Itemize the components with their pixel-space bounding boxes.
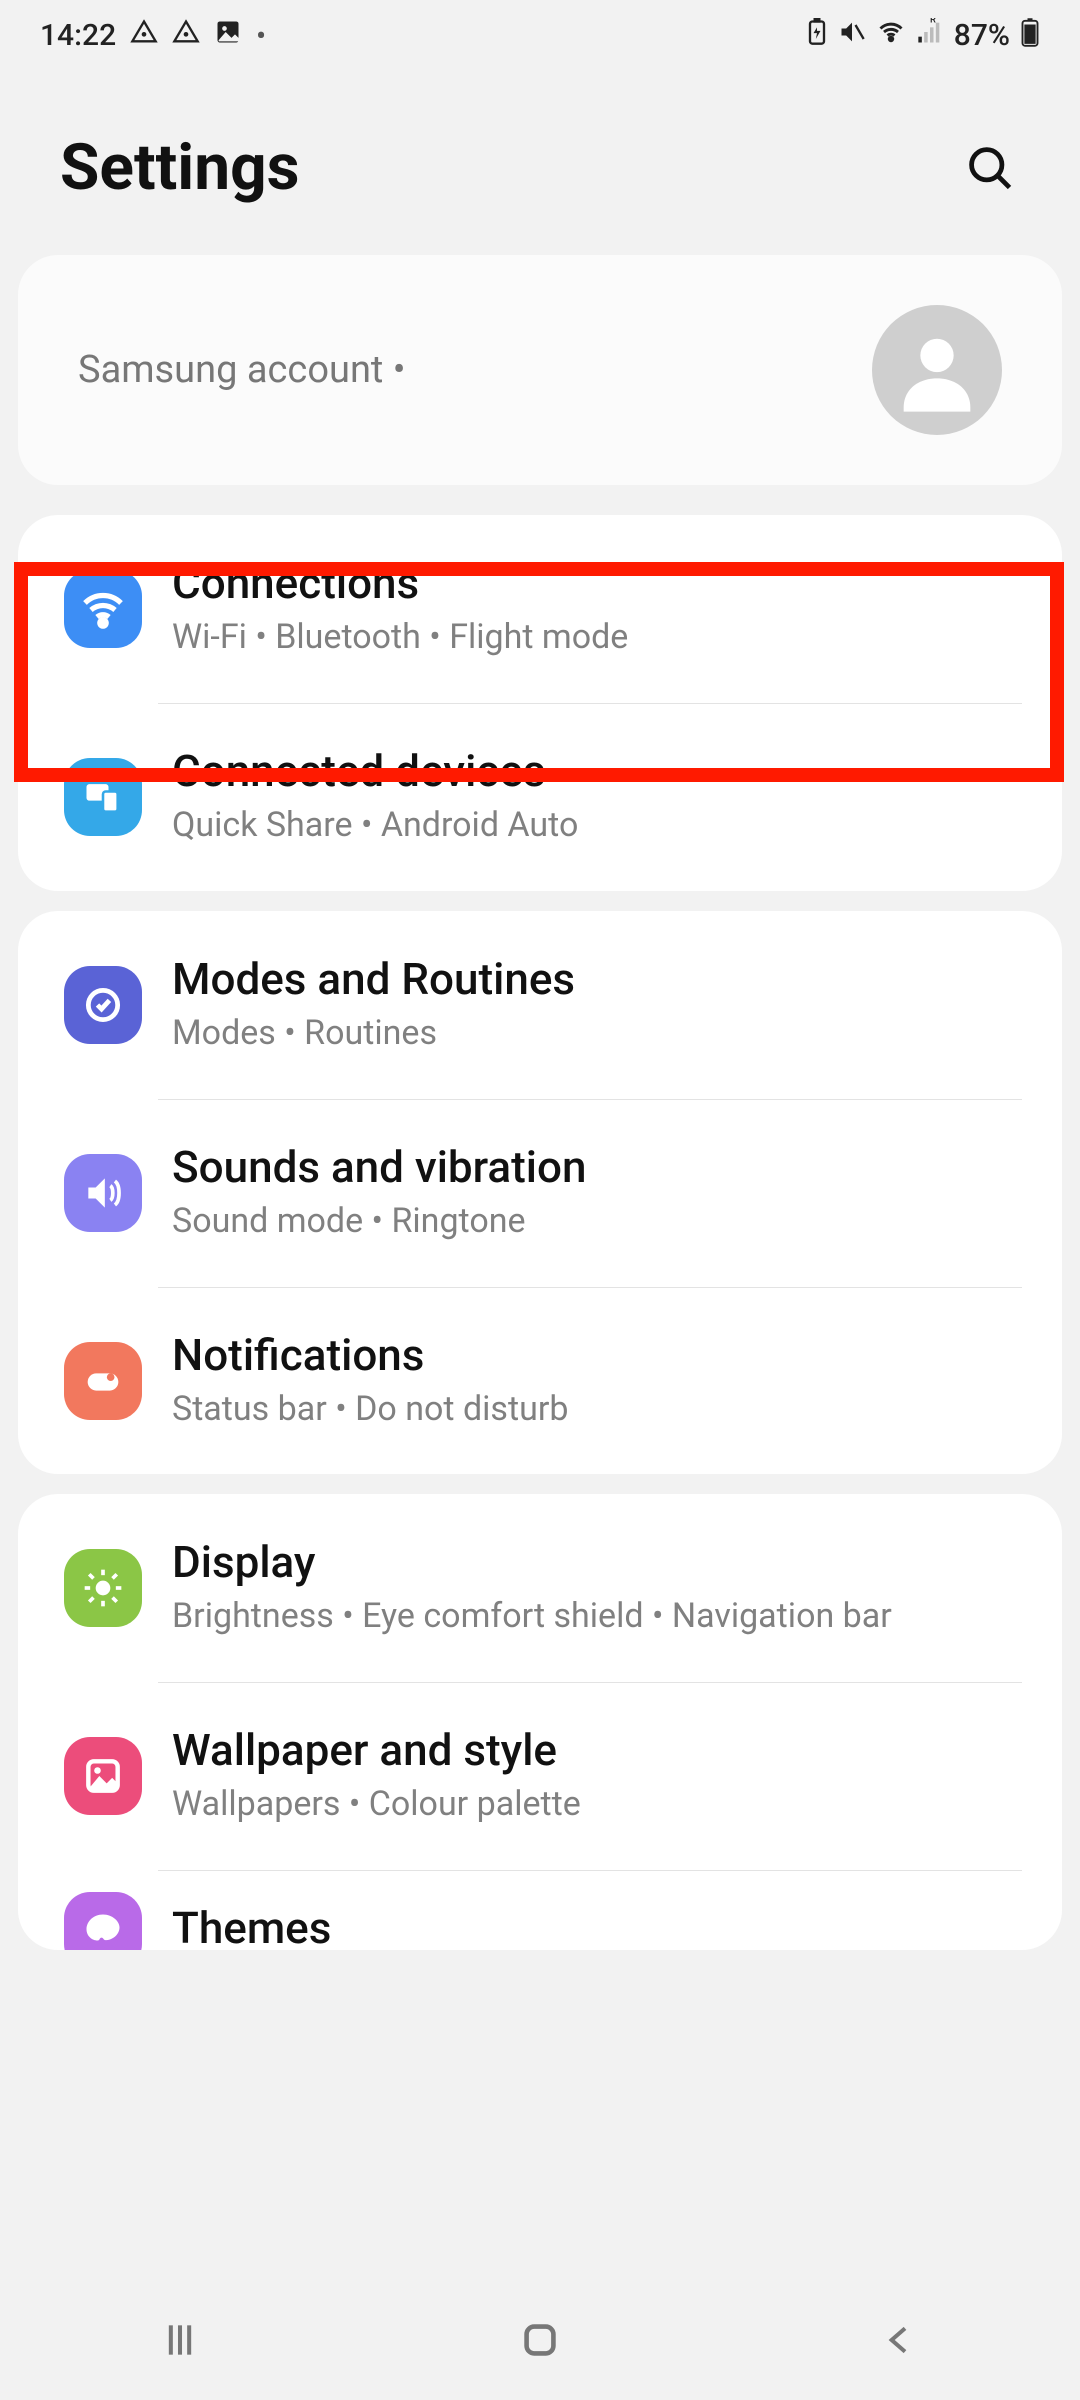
row-display[interactable]: Display Brightness • Eye comfort shield … [18, 1494, 1062, 1682]
page-title: Settings [60, 130, 300, 205]
row-connected-devices[interactable]: Connected devices Quick Share • Android … [18, 703, 1062, 891]
home-button[interactable] [500, 2315, 580, 2365]
wifi-icon [64, 570, 142, 648]
row-title: Themes [172, 1902, 1022, 1950]
row-title: Notifications [172, 1329, 1022, 1381]
warning-triangle-icon [172, 18, 200, 53]
recents-icon [158, 2318, 202, 2362]
display-icon [64, 1549, 142, 1627]
row-themes[interactable]: Themes [18, 1870, 1062, 1950]
samsung-account-label: Samsung account • [78, 348, 406, 392]
settings-group-2: Modes and Routines Modes • Routines Soun… [18, 911, 1062, 1475]
row-title: Display [172, 1536, 1022, 1588]
row-text: Sounds and vibration Sound mode • Ringto… [172, 1141, 1022, 1245]
row-sub: Modes • Routines [172, 1011, 1022, 1057]
row-sub: Sound mode • Ringtone [172, 1199, 1022, 1245]
battery-icon [1020, 17, 1040, 54]
gallery-icon [214, 18, 242, 53]
battery-percent: 87% [954, 18, 1010, 53]
row-notifications[interactable]: Notifications Status bar • Do not distur… [18, 1287, 1062, 1475]
navigation-bar [0, 2280, 1080, 2400]
row-modes-routines[interactable]: Modes and Routines Modes • Routines [18, 911, 1062, 1099]
modes-icon [64, 966, 142, 1044]
row-text: Notifications Status bar • Do not distur… [172, 1329, 1022, 1433]
svg-text:R: R [930, 18, 936, 26]
recents-button[interactable] [140, 2315, 220, 2365]
home-icon [517, 2317, 563, 2363]
row-connections[interactable]: Connections Wi-Fi • Bluetooth • Flight m… [18, 515, 1062, 703]
samsung-account-card[interactable]: Samsung account • [18, 255, 1062, 485]
wifi-icon [876, 18, 906, 53]
notifications-icon [64, 1342, 142, 1420]
row-text: Connected devices Quick Share • Android … [172, 745, 1022, 849]
row-title: Wallpaper and style [172, 1724, 1022, 1776]
back-button[interactable] [860, 2315, 940, 2365]
row-title: Sounds and vibration [172, 1141, 1022, 1193]
row-text: Themes [172, 1902, 1022, 1950]
search-icon [964, 142, 1016, 194]
search-button[interactable] [960, 138, 1020, 198]
row-sub: Quick Share • Android Auto [172, 803, 1022, 849]
row-sub: Status bar • Do not disturb [172, 1387, 1022, 1433]
warning-triangle-icon [130, 18, 158, 53]
row-text: Connections Wi-Fi • Bluetooth • Flight m… [172, 557, 1022, 661]
row-sounds-vibration[interactable]: Sounds and vibration Sound mode • Ringto… [18, 1099, 1062, 1287]
row-title: Connected devices [172, 745, 1022, 797]
row-sub: Brightness • Eye comfort shield • Naviga… [172, 1594, 1022, 1640]
avatar [872, 305, 1002, 435]
status-left: 14:22 • [40, 18, 266, 53]
settings-group-1: Connections Wi-Fi • Bluetooth • Flight m… [18, 515, 1062, 891]
row-text: Modes and Routines Modes • Routines [172, 953, 1022, 1057]
battery-saver-icon [806, 18, 828, 53]
themes-icon [64, 1892, 142, 1950]
row-sub: Wallpapers • Colour palette [172, 1782, 1022, 1828]
row-title: Modes and Routines [172, 953, 1022, 1005]
row-title: Connections [172, 557, 1022, 609]
row-wallpaper-style[interactable]: Wallpaper and style Wallpapers • Colour … [18, 1682, 1062, 1870]
row-text: Wallpaper and style Wallpapers • Colour … [172, 1724, 1022, 1828]
wallpaper-icon [64, 1737, 142, 1815]
mute-vibrate-icon [838, 18, 866, 53]
sound-icon [64, 1154, 142, 1232]
dot-icon: • [256, 19, 266, 52]
signal-icon: R [916, 18, 944, 53]
devices-icon [64, 758, 142, 836]
row-sub: Wi-Fi • Bluetooth • Flight mode [172, 615, 1022, 661]
row-text: Display Brightness • Eye comfort shield … [172, 1536, 1022, 1640]
back-icon [880, 2318, 920, 2362]
status-right: R 87% [806, 17, 1040, 54]
header: Settings [0, 70, 1080, 245]
settings-group-3: Display Brightness • Eye comfort shield … [18, 1494, 1062, 1950]
status-bar: 14:22 • R 87% [0, 0, 1080, 70]
status-time: 14:22 [40, 18, 116, 53]
